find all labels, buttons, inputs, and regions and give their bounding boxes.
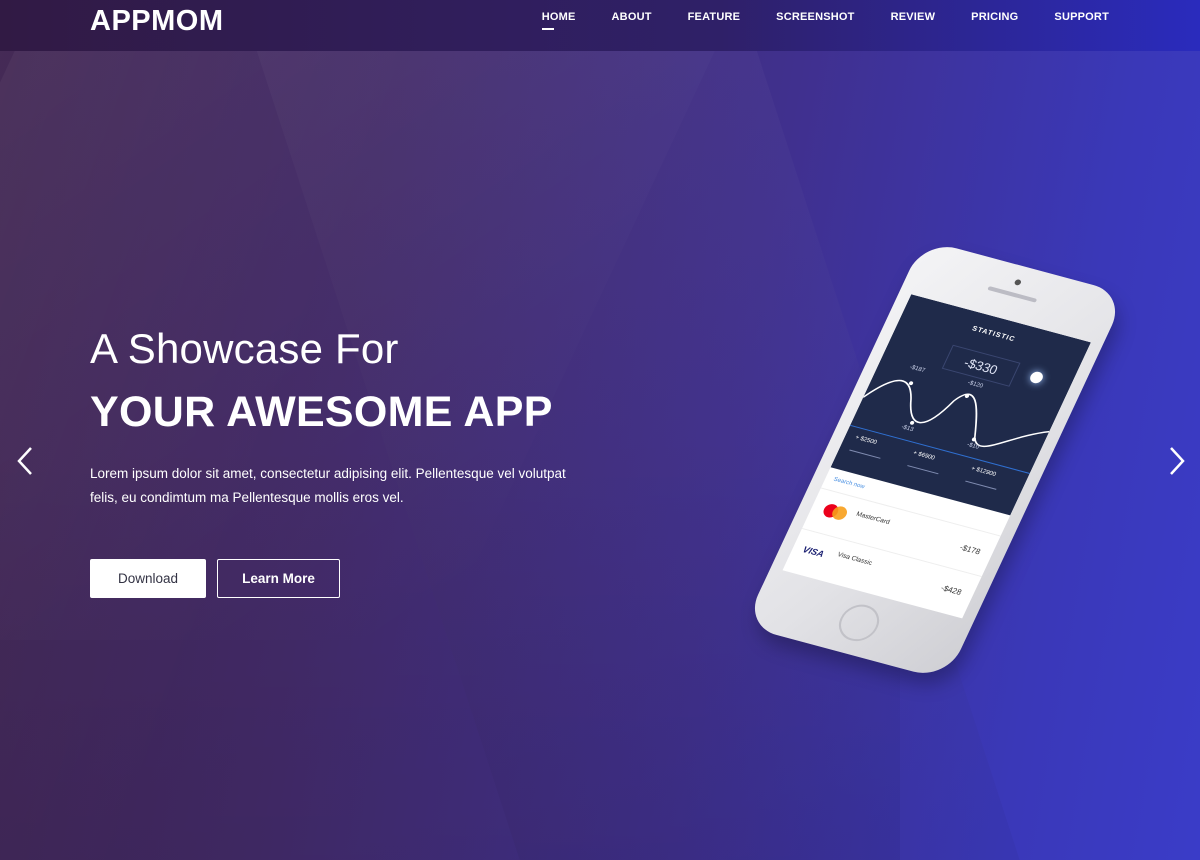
- nav-item-home[interactable]: HOME: [541, 11, 576, 30]
- nav-item-pricing[interactable]: PRICING: [971, 11, 1018, 23]
- home-button: [832, 600, 886, 646]
- glow-dot: [1028, 370, 1045, 385]
- card-name: MasterCard: [855, 510, 891, 527]
- screen-title: STATISTIC: [970, 325, 1017, 344]
- navbar: APPMOM HOME ABOUT FEATURE SCREENSHOT REV…: [0, 0, 1200, 51]
- card-name: Visa Classic: [836, 551, 874, 567]
- statistic-panel: STATISTIC -$330 -$187 -$120 -$13 -$10 + …: [830, 294, 1091, 516]
- card-amount: -$178: [958, 542, 982, 557]
- phone-body: STATISTIC -$330 -$187 -$120 -$13 -$10 + …: [743, 239, 1127, 681]
- download-button[interactable]: Download: [90, 559, 206, 598]
- phone-mockup: STATISTIC -$330 -$187 -$120 -$13 -$10 + …: [743, 239, 1127, 681]
- camera: [1013, 278, 1023, 286]
- stat-value: + $6900: [911, 450, 936, 462]
- mastercard-icon: [821, 502, 850, 522]
- nav-item-support[interactable]: SUPPORT: [1054, 11, 1109, 23]
- chevron-right-icon: [1170, 447, 1185, 475]
- speaker: [987, 286, 1038, 303]
- nav-item-review[interactable]: REVIEW: [891, 11, 936, 23]
- visa-icon: VISA: [801, 544, 826, 559]
- headline-line-2: YOUR AWESOME APP: [90, 388, 553, 436]
- nav-item-feature[interactable]: FEATURE: [688, 11, 741, 23]
- stat-item: + $6900: [907, 450, 945, 475]
- next-slide-button[interactable]: [1165, 446, 1189, 476]
- prev-slide-button[interactable]: [13, 446, 37, 476]
- stat-item: + $2500: [849, 435, 887, 459]
- hero-description: Lorem ipsum dolor sit amet, consectetur …: [90, 466, 566, 505]
- card-amount: -$428: [939, 583, 964, 597]
- nav-menu: HOME ABOUT FEATURE SCREENSHOT REVIEW PRI…: [506, 11, 1109, 30]
- stat-item: + $12900: [965, 466, 1003, 490]
- nav-item-about[interactable]: ABOUT: [612, 11, 652, 23]
- search-placeholder: Search now: [832, 476, 866, 491]
- stat-value: + $12900: [969, 465, 997, 478]
- learn-more-button[interactable]: Learn More: [217, 559, 340, 598]
- phone-screen: STATISTIC -$330 -$187 -$120 -$13 -$10 + …: [782, 294, 1091, 619]
- nav-item-screenshot[interactable]: SCREENSHOT: [776, 11, 854, 23]
- chevron-left-icon: [17, 447, 32, 475]
- hero-section: A Showcase For YOUR AWESOME APP Lorem ip…: [0, 0, 1200, 860]
- wave-chart: [862, 379, 1050, 448]
- brand-logo[interactable]: APPMOM: [90, 5, 224, 38]
- stat-value: + $2500: [853, 434, 878, 447]
- headline-line-1: A Showcase For: [90, 325, 399, 372]
